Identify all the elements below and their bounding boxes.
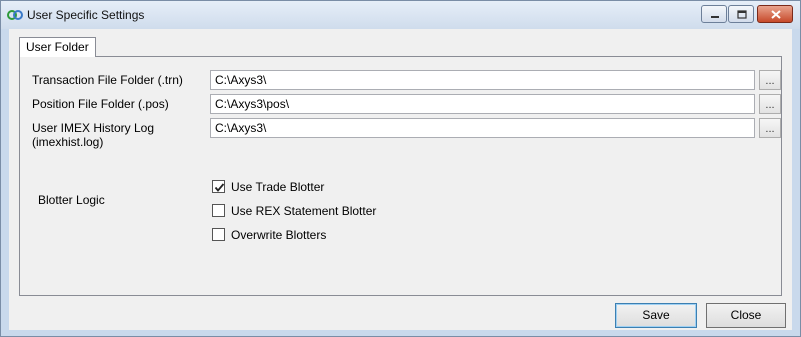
position-folder-label: Position File Folder (.pos) bbox=[32, 97, 169, 111]
title-bar[interactable]: User Specific Settings bbox=[1, 1, 800, 29]
user-folder-panel: Transaction File Folder (.trn) C:\Axys3\… bbox=[19, 56, 782, 296]
maximize-button[interactable] bbox=[728, 5, 754, 23]
transaction-folder-label: Transaction File Folder (.trn) bbox=[32, 73, 183, 87]
close-window-button[interactable] bbox=[757, 5, 793, 23]
imex-history-log-label: User IMEX History Log (imexhist.log) bbox=[32, 121, 155, 149]
use-rex-statement-blotter-checkbox[interactable] bbox=[212, 204, 225, 217]
minimize-button[interactable] bbox=[701, 5, 727, 23]
transaction-folder-browse-button[interactable]: ... bbox=[759, 70, 781, 90]
position-folder-input[interactable]: C:\Axys3\pos\ bbox=[210, 94, 755, 114]
close-button[interactable]: Close bbox=[706, 303, 786, 328]
use-rex-statement-blotter-label[interactable]: Use REX Statement Blotter bbox=[231, 204, 376, 218]
dialog-body: User Folder Transaction File Folder (.tr… bbox=[9, 29, 792, 330]
settings-window: User Specific Settings User Folder Trans… bbox=[0, 0, 801, 337]
tab-user-folder[interactable]: User Folder bbox=[19, 37, 96, 57]
app-logo-icon bbox=[7, 8, 23, 22]
minimize-icon bbox=[711, 16, 719, 18]
overwrite-blotters-checkbox[interactable] bbox=[212, 228, 225, 241]
imex-history-log-browse-button[interactable]: ... bbox=[759, 118, 781, 138]
window-title: User Specific Settings bbox=[27, 8, 145, 22]
maximize-icon bbox=[737, 10, 747, 19]
position-folder-browse-button[interactable]: ... bbox=[759, 94, 781, 114]
overwrite-blotters-label[interactable]: Overwrite Blotters bbox=[231, 228, 326, 242]
checkmark-icon bbox=[214, 183, 225, 192]
blotter-logic-label: Blotter Logic bbox=[38, 193, 105, 207]
imex-history-log-input[interactable]: C:\Axys3\ bbox=[210, 118, 755, 138]
transaction-folder-input[interactable]: C:\Axys3\ bbox=[210, 70, 755, 90]
use-trade-blotter-checkbox[interactable] bbox=[212, 180, 225, 193]
save-button[interactable]: Save bbox=[615, 303, 697, 328]
use-trade-blotter-label[interactable]: Use Trade Blotter bbox=[231, 180, 324, 194]
close-icon bbox=[771, 10, 781, 19]
